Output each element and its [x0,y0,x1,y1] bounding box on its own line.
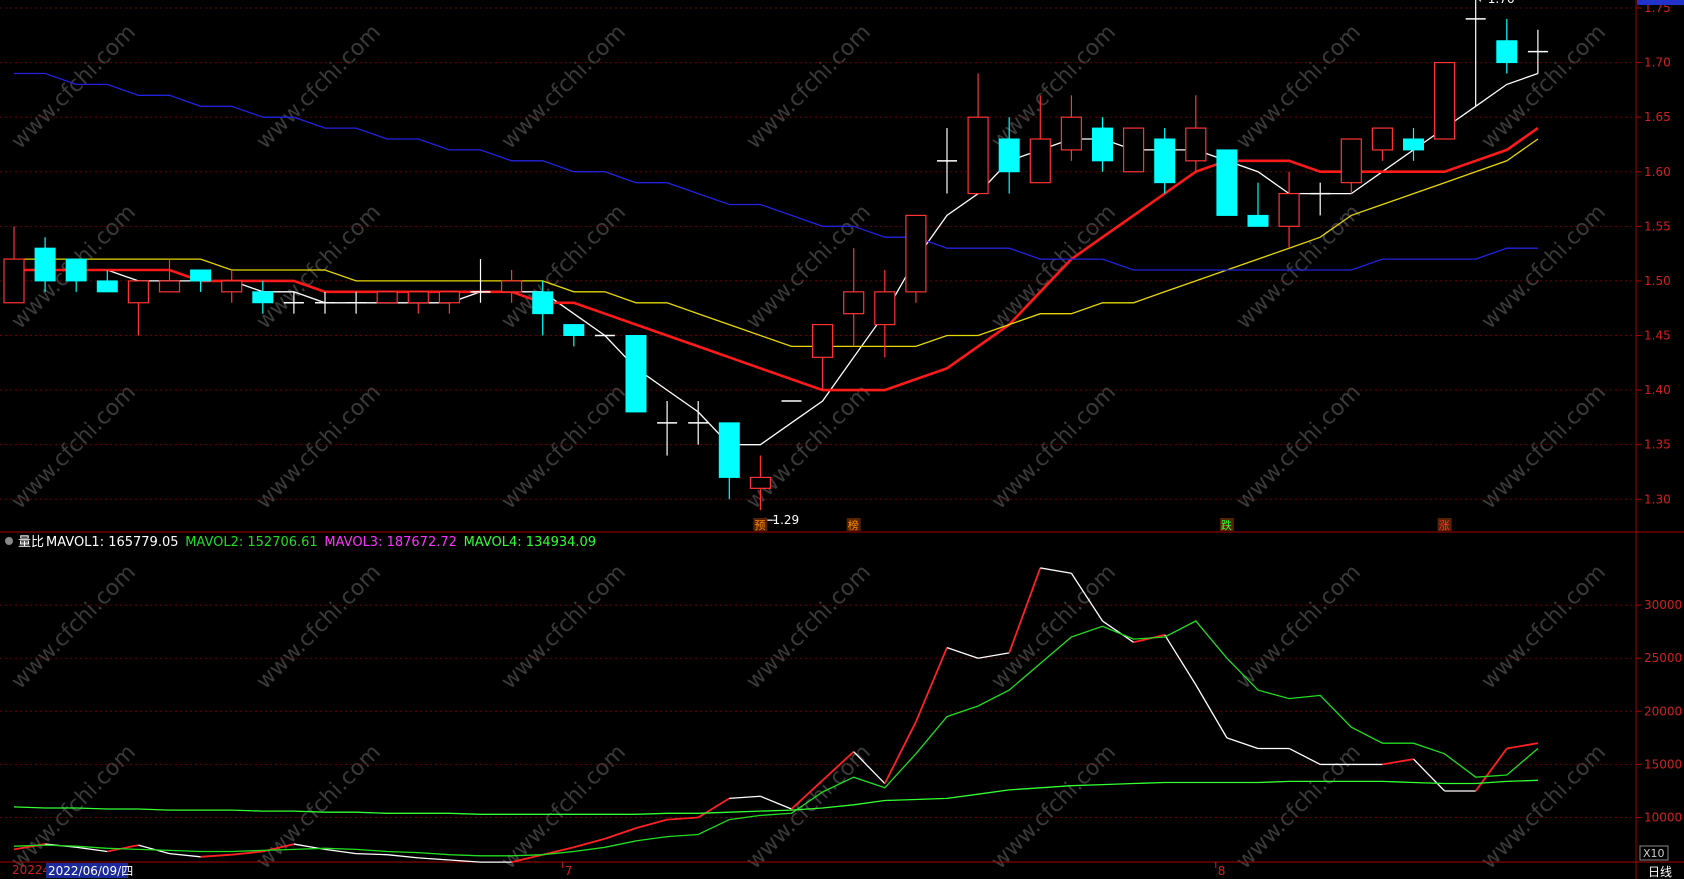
candle [376,291,398,304]
candle-body [905,214,927,293]
volume-tick-label: 20000 [1644,704,1682,718]
background [0,0,1684,879]
candle-body [749,476,772,489]
signal-marker: 榜 [848,518,859,532]
candle-body [1154,138,1176,184]
price-annotation-label: ←1.29 [762,513,799,527]
candle [1122,127,1145,173]
candle [905,214,927,303]
volume-legend-item: MAVOL1: 165779.05 [46,535,179,550]
candle-body [221,280,243,293]
candle-body [1403,138,1424,151]
candle-body [1496,40,1518,64]
price-tick-label: 1.45 [1644,329,1671,343]
price-tick-label: 1.65 [1644,110,1671,124]
candle-body [65,258,87,282]
price-tick-label: 1.40 [1644,383,1671,397]
candle-body [1340,138,1362,184]
volume-legend-item: MAVOL3: 187672.72 [324,535,457,550]
price-tick-label: 1.30 [1644,492,1671,506]
candle-body [532,291,554,315]
volume-legend: 量比 MAVOL1: 165779.05 MAVOL2: 152706.61 MAVO… [5,535,596,550]
candle-body [34,247,56,282]
candle-body [501,280,523,293]
candle-body [1433,61,1456,140]
price-tick-label: 1.35 [1644,438,1671,452]
x10-label: X10 [1643,847,1665,860]
price-tick-label: 1.70 [1644,56,1671,70]
candle-body [3,258,25,304]
candle-body [563,324,585,337]
signal-marker: 跌 [1221,518,1232,532]
candle-body [252,291,274,304]
candle-body [625,335,647,413]
signal-marker: 涨 [1439,519,1450,532]
candle-body [998,138,1020,173]
date-cursor-label: 2022/06/09/四 [48,864,133,878]
candle-body [967,116,989,195]
candle-body [127,280,149,304]
candle-body [1185,127,1207,162]
price-annotation-label: ←1.76 [1478,0,1515,6]
price-tick-label: 1.55 [1644,219,1671,233]
candle-body [874,291,896,326]
candle [625,335,647,413]
candle-body [158,280,181,293]
top-right-tag-box [1637,0,1684,5]
volume-tick-label: 30000 [1644,598,1682,612]
volume-legend-item: MAVOL4: 134934.09 [464,535,597,550]
candle-body [718,422,740,478]
date-year-prefix: 20224 [12,863,50,877]
stock-chart: www.cfchi.com www.cfchi.com www.cfchi.com w… [0,0,1684,879]
candle-body [1216,149,1238,216]
legend-settings-icon [5,537,13,545]
price-tick-label: 1.50 [1644,274,1671,288]
month-label: 8 [1218,864,1226,878]
candle-body [1278,192,1300,227]
period-label: 日线 [1648,865,1672,879]
volume-legend-item: MAVOL2: 152706.61 [185,535,318,550]
candle-body [843,291,865,315]
candle-body [1060,116,1083,151]
candle-body [190,269,212,282]
volume-tick-label: 25000 [1644,651,1682,665]
candle [1216,149,1238,216]
candle-body [1122,127,1145,173]
candle-body [438,291,460,304]
month-label: 7 [565,864,573,878]
candle-body [1029,138,1051,184]
candle-body [407,291,429,304]
candle [1433,61,1456,140]
volume-tick-label: 15000 [1644,757,1682,771]
price-tick-label: 1.60 [1644,165,1671,179]
candle-body [1247,214,1269,227]
signal-marker: 预 [754,519,765,532]
volume-tick-label: 10000 [1644,811,1682,825]
candle-body [811,323,834,358]
candle-body [96,280,118,293]
candle-body [1092,127,1113,162]
volume-indicator-name: 量比 [18,535,44,550]
candle-body [1371,127,1394,151]
candle-body [376,291,398,304]
